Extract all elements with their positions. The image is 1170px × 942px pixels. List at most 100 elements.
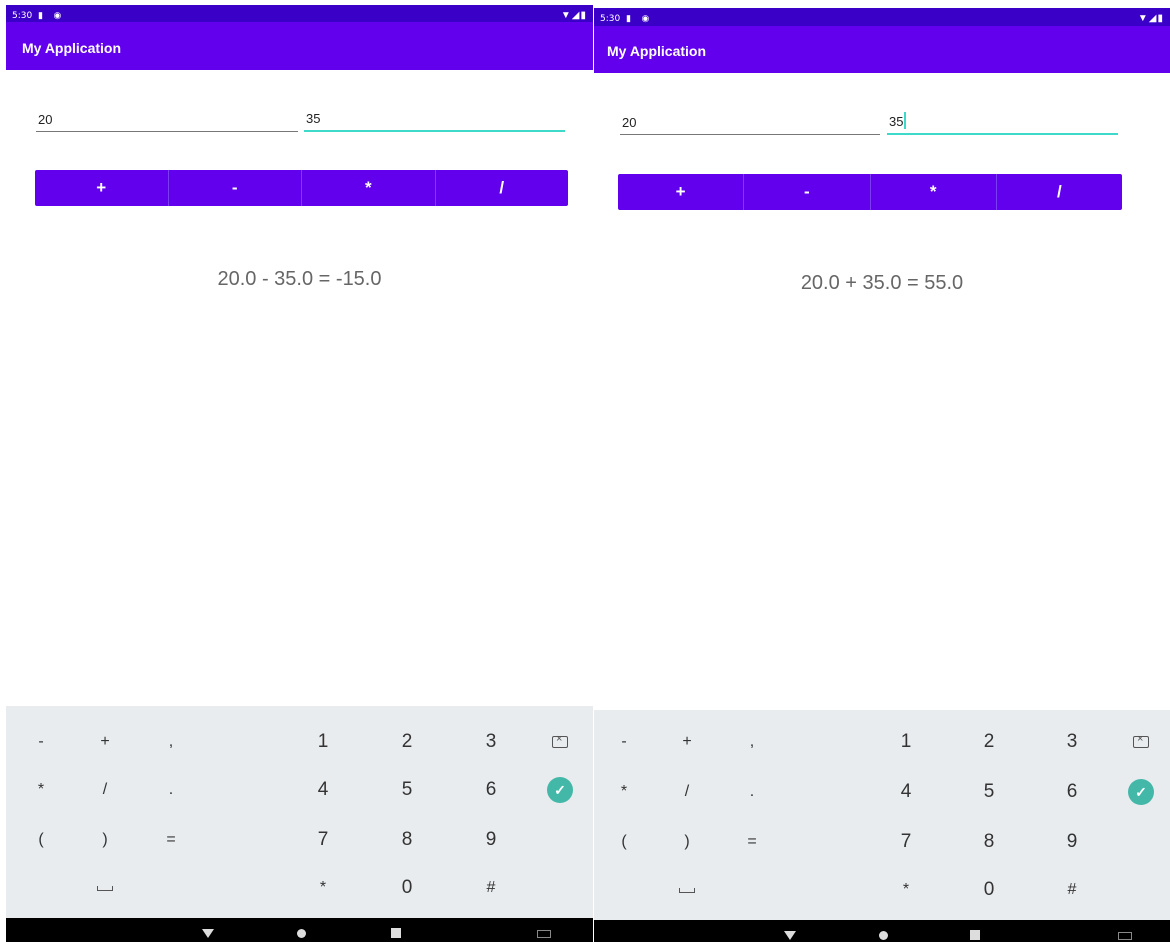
check-icon: ✓: [1128, 779, 1154, 805]
app-title: My Application: [607, 43, 707, 59]
app-title: My Application: [22, 40, 122, 56]
key-7[interactable]: 7: [881, 820, 931, 864]
space-icon: [97, 885, 113, 891]
key-open-paren[interactable]: (: [16, 818, 66, 862]
numeric-keyboard: - + , 1 2 3 * / . 4 5 6 ✓ ( ) = 7 8 9 * …: [6, 706, 593, 918]
key-period[interactable]: .: [146, 768, 196, 812]
key-slash[interactable]: /: [662, 770, 712, 814]
divide-button[interactable]: /: [997, 174, 1122, 210]
nav-recents-icon: [391, 928, 401, 938]
backspace-key[interactable]: [535, 720, 585, 764]
first-number-value: 20: [622, 115, 637, 130]
key-2[interactable]: 2: [964, 720, 1014, 764]
key-open-paren[interactable]: (: [599, 820, 649, 864]
key-9[interactable]: 9: [1047, 820, 1097, 864]
signal-battery-icons: ▼◢▮: [1137, 13, 1164, 24]
key-8[interactable]: 8: [382, 818, 432, 862]
key-6[interactable]: 6: [466, 768, 516, 812]
nav-back-button[interactable]: [775, 920, 805, 942]
operator-buttons: + - * /: [618, 174, 1122, 210]
key-plus[interactable]: +: [662, 720, 712, 764]
nav-home-button[interactable]: [286, 918, 316, 942]
done-key[interactable]: ✓: [535, 768, 585, 812]
key-2[interactable]: 2: [382, 720, 432, 764]
nav-back-icon: [784, 930, 796, 940]
nav-recents-icon: [970, 930, 980, 940]
key-0[interactable]: 0: [382, 866, 432, 910]
key-star[interactable]: *: [881, 868, 931, 912]
nav-recents-button[interactable]: [960, 920, 990, 942]
multiply-button[interactable]: *: [871, 174, 997, 210]
key-minus[interactable]: -: [599, 720, 649, 764]
navigation-bar: [594, 920, 1170, 942]
nav-home-button[interactable]: [868, 920, 898, 942]
first-number-input[interactable]: 20: [36, 105, 298, 132]
space-key[interactable]: [80, 866, 130, 910]
signal-battery-icons: ▼◢▮: [560, 10, 587, 21]
navigation-bar: [6, 918, 593, 942]
key-9[interactable]: 9: [466, 818, 516, 862]
check-icon: ✓: [547, 777, 573, 803]
multiply-button[interactable]: *: [302, 170, 436, 206]
key-hash[interactable]: #: [466, 866, 516, 910]
notification-icons: ▮ ◉: [626, 13, 654, 23]
key-4[interactable]: 4: [298, 768, 348, 812]
key-minus[interactable]: -: [16, 720, 66, 764]
add-button[interactable]: +: [35, 170, 169, 206]
add-button[interactable]: +: [618, 174, 745, 210]
second-number-value: 35: [306, 111, 321, 126]
key-1[interactable]: 1: [298, 720, 348, 764]
key-period[interactable]: .: [727, 770, 777, 814]
subtract-button[interactable]: -: [169, 170, 302, 206]
nav-home-icon: [296, 928, 306, 938]
key-comma[interactable]: ,: [727, 720, 777, 764]
key-star[interactable]: *: [298, 866, 348, 910]
key-0[interactable]: 0: [964, 868, 1014, 912]
key-8[interactable]: 8: [964, 820, 1014, 864]
key-close-paren[interactable]: ): [80, 818, 130, 862]
key-comma[interactable]: ,: [146, 720, 196, 764]
key-close-paren[interactable]: ): [662, 820, 712, 864]
done-key[interactable]: ✓: [1116, 770, 1166, 814]
numeric-keyboard: - + , 1 2 3 * / . 4 5 6 ✓ ( ) = 7 8 9 * …: [594, 710, 1170, 920]
key-3[interactable]: 3: [466, 720, 516, 764]
status-time: 5:30: [600, 14, 621, 24]
backspace-key[interactable]: [1116, 720, 1166, 764]
key-hash[interactable]: #: [1047, 868, 1097, 912]
phone-screen-right: 5:30 ▮ ◉ ▼◢▮ My Application 20 35 + - * …: [594, 0, 1170, 942]
first-number-input[interactable]: 20: [620, 108, 880, 135]
second-number-input[interactable]: 35: [887, 107, 1118, 135]
keyboard-switch-button[interactable]: [1110, 920, 1140, 942]
nav-home-icon: [878, 930, 888, 940]
key-5[interactable]: 5: [964, 770, 1014, 814]
key-3[interactable]: 3: [1047, 720, 1097, 764]
notification-icons: ▮ ◉: [38, 10, 66, 20]
nav-back-icon: [202, 928, 214, 938]
backspace-icon: [552, 733, 568, 748]
divide-button[interactable]: /: [436, 170, 569, 206]
key-plus[interactable]: +: [80, 720, 130, 764]
key-6[interactable]: 6: [1047, 770, 1097, 814]
nav-back-button[interactable]: [193, 918, 223, 942]
key-1[interactable]: 1: [881, 720, 931, 764]
first-number-value: 20: [38, 112, 53, 127]
key-asterisk[interactable]: *: [16, 768, 66, 812]
app-bar: My Application: [594, 26, 1170, 73]
keyboard-switch-icon: [537, 930, 551, 938]
key-equals[interactable]: =: [727, 820, 777, 864]
phone-screen-left: 5:30 ▮ ◉ ▼◢▮ My Application 20 35 + - * …: [6, 0, 593, 942]
app-bar: My Application: [6, 22, 593, 70]
key-asterisk[interactable]: *: [599, 770, 649, 814]
key-7[interactable]: 7: [298, 818, 348, 862]
key-slash[interactable]: /: [80, 768, 130, 812]
space-key[interactable]: [662, 868, 712, 912]
nav-recents-button[interactable]: [381, 918, 411, 942]
key-equals[interactable]: =: [146, 818, 196, 862]
keyboard-switch-icon: [1118, 932, 1132, 940]
key-4[interactable]: 4: [881, 770, 931, 814]
second-number-input[interactable]: 35: [304, 104, 565, 132]
keyboard-switch-button[interactable]: [529, 918, 559, 942]
key-5[interactable]: 5: [382, 768, 432, 812]
backspace-icon: [1133, 733, 1149, 748]
subtract-button[interactable]: -: [744, 174, 871, 210]
